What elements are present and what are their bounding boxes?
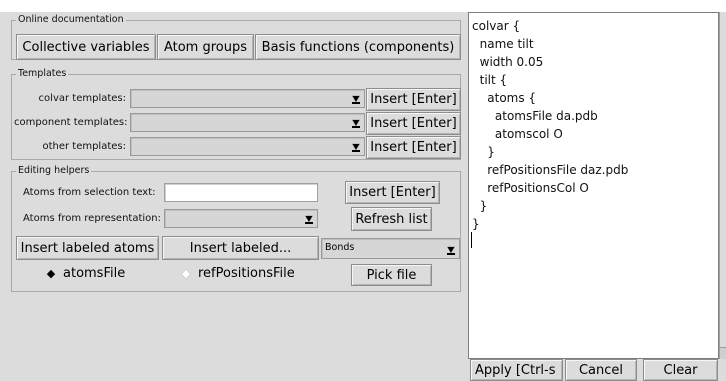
atom-groups-doc-button[interactable]: Atom groups [157, 34, 254, 60]
colvar-templates-insert-button[interactable]: Insert [Enter] [366, 88, 461, 111]
apply-button[interactable]: Apply [Ctrl-s [470, 359, 563, 381]
editor-scrollbar-thumb[interactable] [720, 12, 726, 348]
selection-text-input[interactable] [164, 183, 318, 202]
editor-line: name tilt [472, 37, 534, 51]
label-type-value: Bonds [325, 242, 355, 253]
editor-line: refPositionsFile daz.pdb [472, 163, 629, 177]
editor-line: colvar { [472, 19, 521, 33]
chevron-down-icon: ▼ [352, 118, 360, 128]
chevron-down-icon: ▼ [352, 94, 360, 104]
editor-line: width 0.05 [472, 55, 544, 69]
other-templates-combo[interactable]: ▼ [130, 137, 365, 156]
component-templates-label: component templates: [14, 117, 128, 128]
colvars-dashboard-window: Online documentation Collective variable… [0, 0, 726, 381]
editor-line: } [472, 199, 488, 213]
atomsfile-radio-label: atomsFile [63, 266, 126, 281]
editor-line: } [472, 145, 495, 159]
clear-button[interactable]: Clear [643, 359, 718, 381]
editor-line: atomsFile da.pdb [472, 109, 598, 123]
selection-text-label: Atoms from selection text: [23, 187, 156, 198]
chevron-down-icon: ▼ [305, 214, 313, 224]
config-text-editor[interactable]: colvar { name tilt width 0.05 tilt { ato… [468, 12, 719, 359]
refpositionsfile-radio[interactable]: ◆ refPositionsFile [180, 266, 295, 281]
other-templates-insert-button[interactable]: Insert [Enter] [366, 136, 461, 159]
other-templates-label: other templates: [42, 141, 126, 152]
basis-functions-doc-button[interactable]: Basis functions (components) [255, 34, 461, 60]
editor-line: } [472, 217, 480, 231]
insert-labeled-button[interactable]: Insert labeled... [162, 236, 319, 260]
pick-file-button[interactable]: Pick file [351, 264, 432, 286]
insert-labeled-atoms-button[interactable]: Insert labeled atoms [16, 236, 159, 260]
colvar-templates-label: colvar templates: [38, 93, 126, 104]
collective-variables-doc-button[interactable]: Collective variables [16, 34, 156, 60]
colvar-templates-combo[interactable]: ▼ [130, 89, 365, 108]
cancel-button[interactable]: Cancel [565, 359, 637, 381]
editor-scrollbar[interactable] [719, 12, 726, 359]
text-cursor [471, 232, 472, 248]
editor-line: atomscol O [472, 127, 563, 141]
component-templates-insert-button[interactable]: Insert [Enter] [366, 112, 461, 135]
templates-title: Templates [16, 67, 69, 80]
chevron-down-icon: ▼ [352, 142, 360, 152]
representation-combo[interactable]: ▼ [164, 209, 318, 228]
atomsfile-radio[interactable]: ◆ atomsFile [45, 266, 125, 281]
editing-helpers-title: Editing helpers [16, 164, 92, 177]
chevron-down-icon: ▼ [447, 245, 455, 255]
representation-label: Atoms from representation: [23, 213, 161, 224]
radio-unselected-icon: ◆ [181, 267, 191, 280]
editor-line: atoms { [472, 91, 537, 105]
component-templates-combo[interactable]: ▼ [130, 113, 365, 132]
online-documentation-title: Online documentation [16, 13, 126, 26]
label-type-combo[interactable]: Bonds ▼ [321, 238, 460, 259]
radio-selected-icon: ◆ [46, 267, 56, 280]
window-top-strip [0, 0, 726, 12]
editor-line: refPositionsCol O [472, 181, 589, 195]
refresh-list-button[interactable]: Refresh list [351, 207, 432, 231]
editor-line: tilt { [472, 73, 508, 87]
refpositionsfile-radio-label: refPositionsFile [198, 266, 295, 281]
selection-insert-button[interactable]: Insert [Enter] [345, 181, 440, 204]
